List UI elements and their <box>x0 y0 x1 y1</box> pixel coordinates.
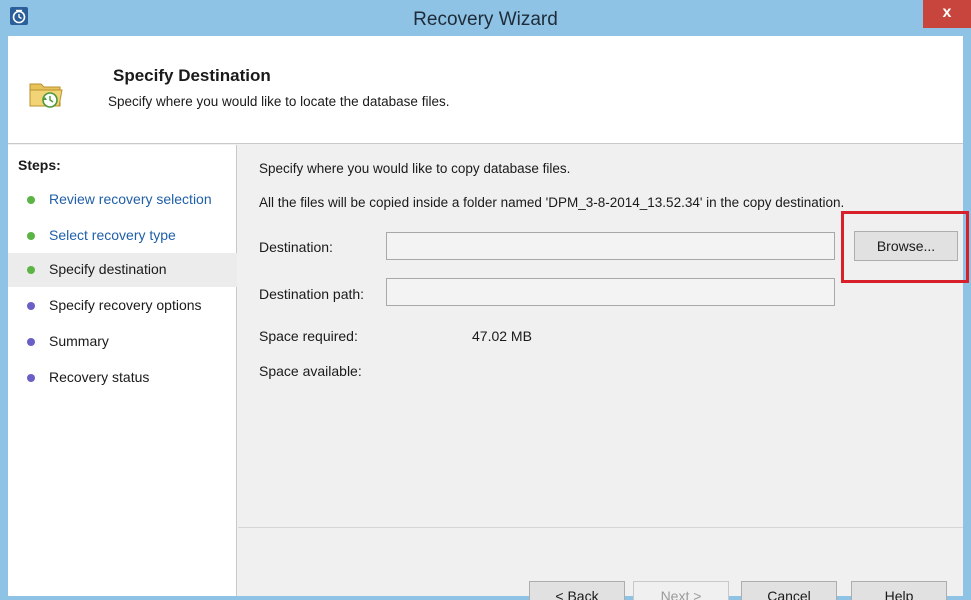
step-summary: Summary <box>8 325 237 359</box>
copy-folder-note: All the files will be copied inside a fo… <box>259 195 845 210</box>
step-status-icon <box>27 232 35 240</box>
close-button[interactable]: x <box>923 0 971 28</box>
cancel-button[interactable]: Cancel <box>741 581 837 600</box>
next-button: Next > <box>633 581 729 600</box>
recovery-wizard-window: Recovery Wizard x Specify Destination Sp… <box>0 0 971 600</box>
step-status-icon <box>27 374 35 382</box>
step-review-recovery-selection[interactable]: Review recovery selection <box>8 183 237 217</box>
step-status-icon <box>27 196 35 204</box>
help-button[interactable]: Help <box>851 581 947 600</box>
steps-heading: Steps: <box>18 157 61 173</box>
folder-restore-icon <box>29 83 63 108</box>
step-label: Select recovery type <box>49 227 176 243</box>
intro-text: Specify where you would like to copy dat… <box>259 161 571 176</box>
window-title: Recovery Wizard <box>413 9 558 30</box>
content-panel: Specify where you would like to copy dat… <box>238 145 969 600</box>
destination-label: Destination: <box>259 239 333 255</box>
step-status-icon <box>27 302 35 310</box>
step-label: Specify recovery options <box>49 297 202 313</box>
space-required-value: 47.02 MB <box>472 328 532 344</box>
footer-divider <box>238 527 963 528</box>
step-status-icon <box>27 266 35 274</box>
wizard-header: Specify Destination Specify where you wo… <box>8 36 963 144</box>
destination-path-field[interactable] <box>386 278 835 306</box>
destination-path-label: Destination path: <box>259 286 365 302</box>
step-select-recovery-type[interactable]: Select recovery type <box>8 219 237 253</box>
space-available-label: Space available: <box>259 363 362 379</box>
space-required-label: Space required: <box>259 328 358 344</box>
step-specify-recovery-options: Specify recovery options <box>8 289 237 323</box>
step-label: Review recovery selection <box>49 191 212 207</box>
destination-field[interactable] <box>386 232 835 260</box>
step-label: Summary <box>49 333 109 349</box>
page-subtitle: Specify where you would like to locate t… <box>108 94 450 109</box>
step-status-icon <box>27 338 35 346</box>
step-specify-destination[interactable]: Specify destination <box>8 253 237 287</box>
step-recovery-status: Recovery status <box>8 361 237 395</box>
page-title: Specify Destination <box>113 66 271 85</box>
wizard-body: Specify Destination Specify where you wo… <box>8 36 969 600</box>
title-bar[interactable]: Recovery Wizard x <box>0 0 971 36</box>
back-button[interactable]: < Back <box>529 581 625 600</box>
steps-panel: Steps: Review recovery selection Select … <box>8 145 237 596</box>
step-label: Specify destination <box>49 261 167 277</box>
step-label: Recovery status <box>49 369 150 385</box>
browse-highlight-box <box>841 211 969 283</box>
